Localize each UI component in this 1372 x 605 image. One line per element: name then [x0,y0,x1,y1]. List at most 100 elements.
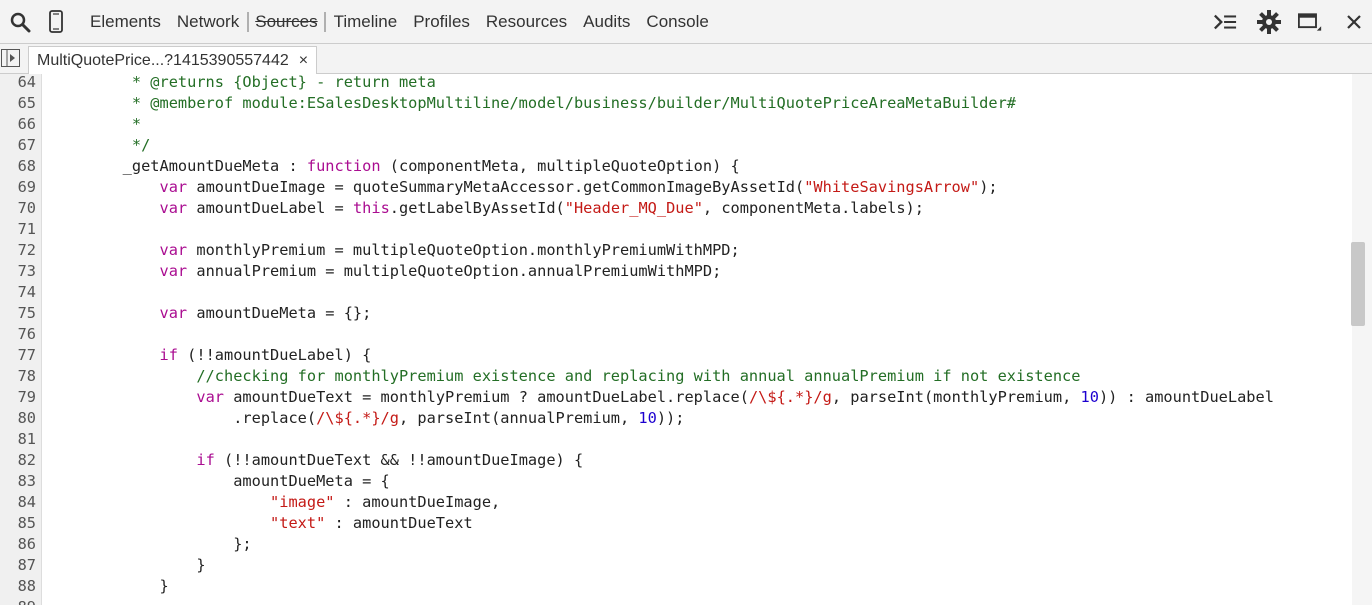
line-number[interactable]: 81 [0,429,36,450]
line-number[interactable]: 67 [0,135,36,156]
code-token-keyword: var [159,304,188,322]
code-token-plain: ); [979,178,998,196]
file-tab[interactable]: MultiQuotePrice...?1415390557442 × [28,46,318,74]
code-text: var amountDueText = monthlyPremium ? amo… [49,387,1274,408]
tab-timeline[interactable]: Timeline [326,0,406,44]
code-token-plain: .getLabelByAssetId( [389,199,565,217]
code-line: 64 * @returns {Object} - return meta [0,74,1352,93]
code-line: 87 } [0,555,1352,576]
code-token-string: /\${.*}/g [316,409,399,427]
line-number[interactable]: 70 [0,198,36,219]
code-text: var amountDueImage = quoteSummaryMetaAcc… [49,177,998,198]
code-line: 84 "image" : amountDueImage, [0,492,1352,513]
code-token-comment: */ [49,136,151,154]
tab-network[interactable]: Network [169,0,247,44]
code-line: 70 var amountDueLabel = this.getLabelByA… [0,198,1352,219]
code-token-string: "WhiteSavingsArrow" [804,178,980,196]
code-token-plain: , componentMeta.labels); [702,199,924,217]
line-number[interactable]: 87 [0,555,36,576]
code-line: 89 [0,597,1352,605]
console-drawer-icon[interactable] [1213,10,1237,34]
line-number[interactable]: 86 [0,534,36,555]
code-line: 75 var amountDueMeta = {}; [0,303,1352,324]
tab-audits[interactable]: Audits [575,0,638,44]
code-text: if (!!amountDueLabel) { [49,345,372,366]
line-number[interactable]: 82 [0,450,36,471]
file-tab-close-icon[interactable]: × [299,52,308,70]
code-line: 65 * @memberof module:ESalesDesktopMulti… [0,93,1352,114]
line-number[interactable]: 83 [0,471,36,492]
search-icon[interactable] [8,10,32,34]
code-token-comment: * @returns {Object} - return meta [49,74,436,91]
navigator-toggle-icon[interactable] [1,49,20,67]
code-line: 66 * [0,114,1352,135]
line-number[interactable]: 89 [0,597,36,605]
line-number[interactable]: 80 [0,408,36,429]
code-text: "text" : amountDueText [49,513,473,534]
tab-console[interactable]: Console [638,0,716,44]
line-number[interactable]: 77 [0,345,36,366]
tab-profiles[interactable]: Profiles [405,0,478,44]
line-number[interactable]: 73 [0,261,36,282]
line-number[interactable]: 78 [0,366,36,387]
close-icon[interactable] [1342,10,1366,34]
panel-tabs: Elements Network Sources Timeline Profiles Re… [82,0,717,44]
code-token-keyword: if [196,451,215,469]
code-token-plain: (!!amountDueText && !!amountDueImage) { [214,451,584,469]
line-number[interactable]: 85 [0,513,36,534]
code-token-keyword: this [352,199,390,217]
code-editor[interactable]: 64 * @returns {Object} - return meta 65 *… [0,74,1352,605]
code-token-plain: (componentMeta, multipleQuoteOption) { [380,157,740,175]
line-number[interactable]: 79 [0,387,36,408]
line-number[interactable]: 68 [0,156,36,177]
device-mode-icon[interactable] [44,10,68,34]
code-text: _getAmountDueMeta : function (componentM… [49,156,740,177]
line-number[interactable]: 88 [0,576,36,597]
code-line: 76 [0,324,1352,345]
line-number[interactable]: 65 [0,93,36,114]
code-line: 86 }; [0,534,1352,555]
line-number[interactable]: 74 [0,282,36,303]
line-number[interactable]: 76 [0,324,36,345]
tab-elements[interactable]: Elements [82,0,169,44]
code-text: */ [49,135,150,156]
editor-scrollbar-track[interactable] [1352,74,1372,605]
line-number[interactable]: 72 [0,240,36,261]
gear-icon[interactable] [1257,10,1281,34]
code-text: amountDueMeta = { [49,471,390,492]
devtools-toolbar: Elements Network Sources Timeline Profiles Re… [0,0,1372,44]
code-text: var annualPremium = multipleQuoteOption.… [49,261,722,282]
code-token-plain: , parseInt(monthlyPremium, [831,388,1081,406]
line-number[interactable]: 64 [0,74,36,93]
code-token-string: "text" [270,514,326,532]
code-token-keyword: var [159,262,188,280]
code-text: var amountDueLabel = this.getLabelByAsse… [49,198,924,219]
code-token-number: 10 [638,409,657,427]
line-number[interactable]: 71 [0,219,36,240]
code-token-keyword: var [196,388,224,406]
code-token-string: "Header_MQ_Due" [564,199,703,217]
code-token-plain: _getAmountDueMeta : [49,157,307,175]
line-number[interactable]: 66 [0,114,36,135]
editor-scrollbar-thumb[interactable] [1351,242,1365,326]
code-token-string: /\${.*}/g [748,388,832,406]
line-number[interactable]: 69 [0,177,36,198]
line-number[interactable]: 84 [0,492,36,513]
dock-icon[interactable] [1298,10,1322,34]
tab-sources[interactable]: Sources [247,12,326,32]
code-text: .replace(/\${.*}/g, parseInt(annualPremi… [49,408,684,429]
code-token-comment: * @memberof module:ESalesDesktopMultilin… [49,94,1016,112]
tab-resources[interactable]: Resources [478,0,575,44]
code-token-plain: } [49,556,206,574]
code-token-comment: //checking for monthlyPremium existence … [49,367,1081,385]
code-token-plain: )) : amountDueLabel [1098,388,1274,406]
line-number[interactable]: 75 [0,303,36,324]
code-token-keyword: var [159,241,188,259]
code-token-keyword: var [159,199,188,217]
code-line: 71 [0,219,1352,240]
code-line: 79 var amountDueText = monthlyPremium ? … [0,387,1352,408]
code-token-plain: amountDueMeta = {}; [187,304,372,322]
code-line: 83 amountDueMeta = { [0,471,1352,492]
